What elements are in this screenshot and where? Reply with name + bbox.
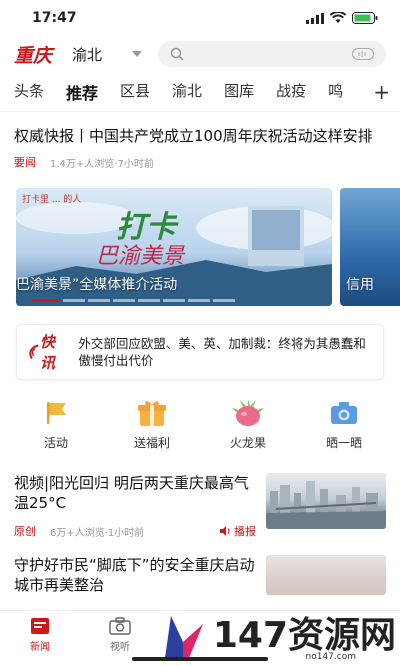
broadcast-button[interactable]: 播报	[220, 523, 256, 539]
flash-news-card[interactable]: 快讯 外交部回应欧盟、美、英、加制裁：终将为其愚蠢和傲慢付出代价	[16, 324, 384, 380]
home-indicator	[132, 657, 268, 661]
carousel-dot	[188, 299, 210, 302]
news-tag: 要闻	[14, 156, 36, 169]
news-item[interactable]: 视频|阳光回归 明后两天重庆最高气温25°C 原创 6万+人浏览 ·1小时前 播…	[0, 451, 400, 539]
tab-gallery[interactable]: 图库	[224, 80, 254, 104]
news-time: ·7小时前	[114, 158, 154, 170]
watermark-text: 147资源网	[212, 615, 396, 656]
tabbar-video[interactable]: 视听	[80, 617, 160, 653]
quick-links: 活动 送福利 火龙果 晒一晒	[0, 396, 400, 451]
city-skyline-image	[266, 481, 386, 529]
carousel-dot	[113, 299, 135, 302]
quick-link-label: 活动	[43, 436, 68, 450]
search-icon	[170, 47, 184, 61]
carousel-indicator	[32, 299, 235, 302]
wifi-icon	[330, 12, 346, 23]
app-logo: 重庆	[14, 44, 53, 67]
quick-link-label: 火龙果	[229, 436, 266, 450]
svg-text:打卡里 ... 的人: 打卡里 ... 的人	[22, 193, 81, 205]
watermark-url: no147.com	[305, 652, 356, 662]
tab-toutiao[interactable]: 头条	[14, 80, 44, 104]
watermark: 147资源网 no147.com	[161, 612, 396, 662]
news-title[interactable]: 视频|阳光回归 明后两天重庆最高气温25°C	[14, 473, 256, 513]
news-views: 6万+人浏览	[50, 527, 105, 539]
tab-ming[interactable]: 鸣	[328, 80, 343, 104]
banner-caption: 寻巴渝美景”全媒体推介活动	[16, 277, 178, 293]
quick-link-gift[interactable]: 送福利	[112, 396, 192, 451]
video-camera-icon	[109, 617, 131, 635]
quick-link-label: 送福利	[133, 436, 170, 450]
banner-slide[interactable]: 打卡里 ... 的人 打卡 巴渝美景 寻巴渝美景”全媒体推介活动	[16, 188, 332, 306]
carousel-dot	[213, 299, 235, 302]
watermark-logo	[164, 616, 203, 658]
carousel-dot	[88, 299, 110, 302]
tab-list: 头条 推荐 区县 渝北 图库 战疫 鸣	[14, 80, 374, 104]
status-time: 17:47	[32, 10, 77, 26]
carousel-dot	[32, 299, 60, 302]
battery-icon	[352, 12, 378, 24]
search-input[interactable]	[158, 41, 386, 67]
app-header: 重庆 渝北	[0, 36, 400, 72]
news-meta: 原创 6万+人浏览 ·1小时前 播报	[14, 523, 256, 539]
news-thumbnail[interactable]	[266, 555, 386, 595]
tab-districts[interactable]: 区县	[120, 80, 150, 104]
tabbar-label: 新闻	[30, 642, 50, 653]
city-selector[interactable]: 渝北	[72, 44, 102, 65]
news-item[interactable]: 守护好市民“脚底下”的安全重庆启动城市再美整治	[0, 539, 400, 595]
banner-caption-next: 信用	[346, 277, 374, 293]
gift-icon	[136, 396, 168, 430]
add-channel-button[interactable]: +	[373, 80, 390, 104]
chevron-down-icon[interactable]	[132, 51, 143, 57]
carousel-dot	[63, 299, 85, 302]
camera-icon	[329, 396, 359, 430]
status-bar: 17:47	[0, 0, 400, 36]
quick-link-dragonfruit[interactable]: 火龙果	[208, 396, 288, 451]
news-icon	[31, 618, 49, 634]
banner-carousel[interactable]: 打卡里 ... 的人 打卡 巴渝美景 寻巴渝美景”全媒体推介活动 信用	[0, 188, 400, 306]
tabbar-news[interactable]: 新闻	[0, 617, 80, 653]
flash-logo-text: 快讯	[40, 333, 56, 372]
banner-slide-next[interactable]: 信用	[340, 188, 400, 306]
news-tag: 原创	[14, 525, 36, 538]
channel-tabs: 头条 推荐 区县 渝北 图库 战疫 鸣 +	[0, 72, 400, 112]
quick-link-activity[interactable]: 活动	[16, 396, 96, 451]
flash-headline[interactable]: 外交部回应欧盟、美、英、加制裁：终将为其愚蠢和傲慢付出代价	[78, 335, 373, 369]
tabbar-label: 视听	[110, 642, 130, 653]
tab-recommend[interactable]: 推荐	[66, 80, 98, 104]
voice-icon[interactable]	[352, 48, 374, 60]
news-thumbnail[interactable]	[266, 473, 386, 529]
news-meta: 要闻 1.4万+人浏览 ·7小时前	[14, 154, 386, 170]
quick-link-label: 晒一晒	[325, 436, 362, 450]
dragonfruit-icon	[231, 396, 265, 430]
speaker-icon	[220, 526, 230, 536]
broadcast-label: 播报	[234, 525, 256, 538]
tab-yubei[interactable]: 渝北	[172, 80, 202, 104]
carousel-dot	[138, 299, 160, 302]
news-title[interactable]: 权威快报丨中国共产党成立100周年庆祝活动这样安排	[14, 126, 386, 146]
carousel-dot	[163, 299, 185, 302]
news-item[interactable]: 权威快报丨中国共产党成立100周年庆祝活动这样安排 要闻 1.4万+人浏览 ·7…	[0, 112, 400, 170]
news-title[interactable]: 守护好市民“脚底下”的安全重庆启动城市再美整治	[14, 555, 256, 595]
news-views: 1.4万+人浏览	[50, 158, 115, 170]
flash-logo: 快讯	[27, 331, 64, 373]
quick-link-share[interactable]: 晒一晒	[304, 396, 384, 451]
flag-icon	[41, 396, 71, 430]
news-body: 视频|阳光回归 明后两天重庆最高气温25°C 原创 6万+人浏览 ·1小时前 播…	[14, 473, 256, 539]
status-icons	[306, 12, 378, 24]
tab-epidemic[interactable]: 战疫	[276, 80, 306, 104]
signal-icon	[306, 12, 324, 24]
banner-art-subtitle: 巴渝美景	[96, 244, 185, 269]
flash-swirl-icon	[29, 344, 39, 360]
news-time: ·1小时前	[104, 527, 145, 539]
